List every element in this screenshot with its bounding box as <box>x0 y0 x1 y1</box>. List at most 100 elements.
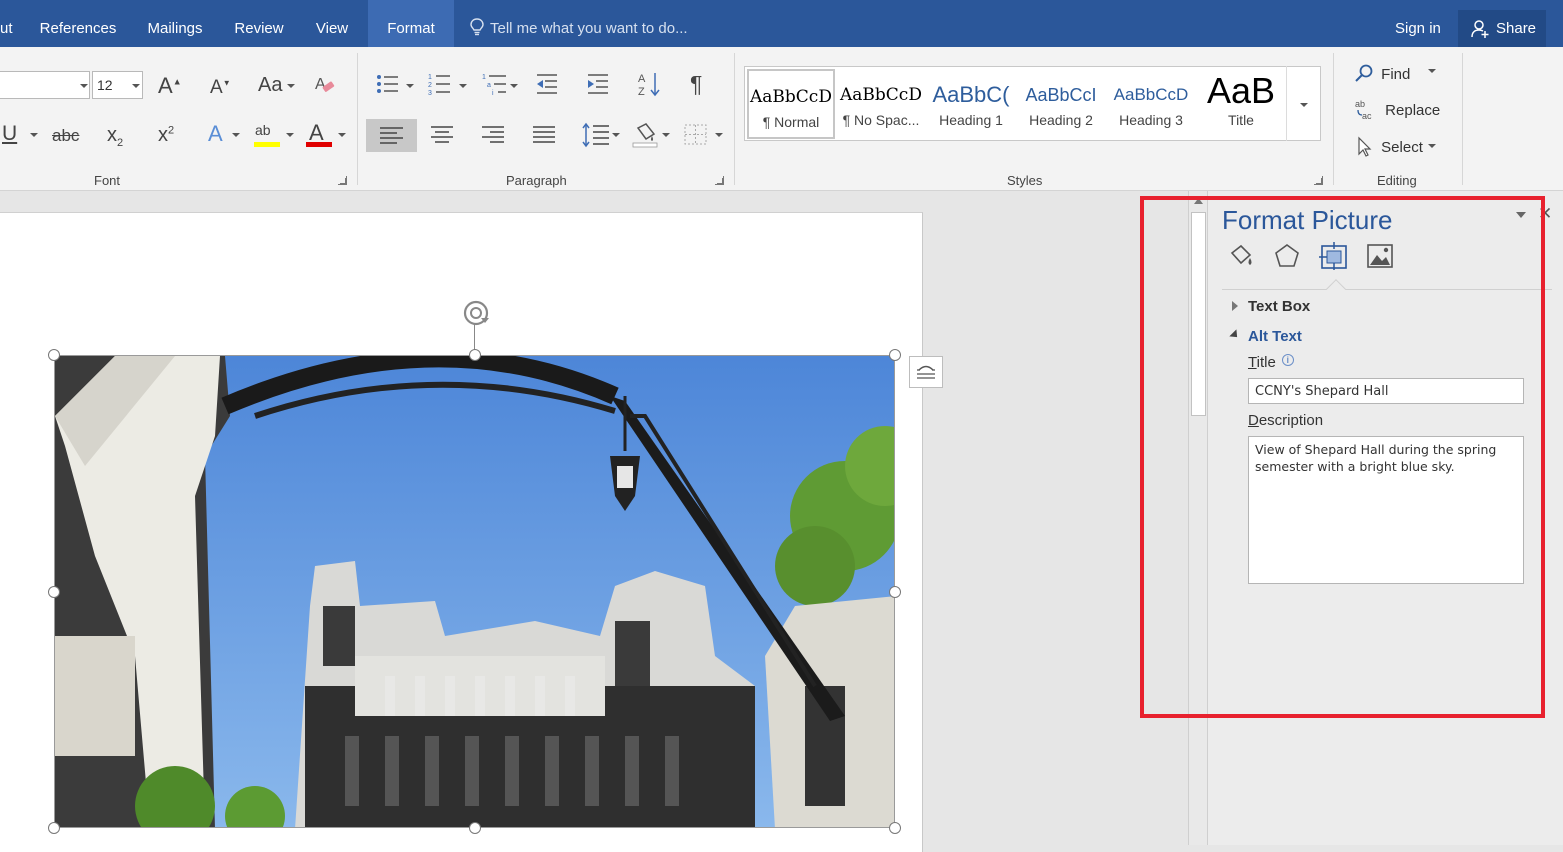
font-name-box[interactable] <box>0 71 90 99</box>
find-dropdown-icon[interactable] <box>1428 69 1436 73</box>
tab-view[interactable]: View <box>302 0 362 47</box>
text-box-section[interactable]: Text Box <box>1248 298 1310 315</box>
highlight-button[interactable]: ab <box>255 122 271 138</box>
line-spacing-dropdown-icon[interactable] <box>612 133 620 137</box>
rotate-handle-icon[interactable] <box>460 297 492 329</box>
grow-font-button[interactable]: A▲ <box>158 73 182 99</box>
style-no-spacing[interactable]: AaBbCcD ¶ No Spac... <box>837 69 925 139</box>
underline-dropdown-icon[interactable] <box>30 133 38 137</box>
layout-properties-icon[interactable] <box>1319 241 1349 271</box>
resize-handle-bottom[interactable] <box>469 822 481 834</box>
resize-handle-bottom-right[interactable] <box>889 822 901 834</box>
effects-pentagon-icon[interactable] <box>1272 241 1302 271</box>
borders-icon[interactable] <box>684 124 708 146</box>
selected-picture[interactable] <box>54 355 895 828</box>
style-heading-2[interactable]: AaBbCcI Heading 2 <box>1017 69 1105 139</box>
share-button[interactable]: Share <box>1458 10 1546 47</box>
underline-button[interactable]: U <box>2 122 17 146</box>
close-icon[interactable]: ✕ <box>1538 204 1552 224</box>
collapse-alt-text-icon[interactable] <box>1229 329 1241 341</box>
alt-text-title-input[interactable] <box>1248 378 1524 404</box>
replace-button[interactable]: ab ac Replace <box>1355 99 1440 121</box>
vertical-scrollbar[interactable] <box>1188 191 1208 845</box>
shrink-font-button[interactable]: A▼ <box>210 77 231 99</box>
info-icon[interactable]: i <box>1281 354 1294 366</box>
resize-handle-top[interactable] <box>469 349 481 361</box>
resize-handle-top-left[interactable] <box>48 349 60 361</box>
clear-formatting-icon[interactable]: A <box>314 74 336 96</box>
bullets-dropdown-icon[interactable] <box>406 84 414 88</box>
tab-review[interactable]: Review <box>222 0 296 47</box>
svg-text:i: i <box>492 90 494 96</box>
justify-icon[interactable] <box>532 124 556 146</box>
subscript-button[interactable]: x2 <box>107 124 123 149</box>
style-heading-1[interactable]: AaBbC( Heading 1 <box>927 69 1015 139</box>
text-effects-button[interactable]: A <box>208 121 223 147</box>
styles-gallery: AaBbCcD ¶ Normal AaBbCcD ¶ No Spac... Aa… <box>744 66 1321 141</box>
style-heading-3[interactable]: AaBbCcD Heading 3 <box>1107 69 1195 139</box>
text-effects-icon: A <box>208 121 223 146</box>
expand-text-box-icon[interactable] <box>1232 301 1238 311</box>
select-button[interactable]: Select <box>1355 136 1423 158</box>
select-dropdown-icon[interactable] <box>1428 144 1436 148</box>
font-size-dropdown-icon[interactable] <box>132 84 140 88</box>
font-color-dropdown-icon[interactable] <box>338 133 346 137</box>
find-button[interactable]: Find <box>1355 63 1410 83</box>
pane-options-icon[interactable] <box>1516 212 1526 218</box>
format-picture-pane: Format Picture ✕ Text Box Alt Text Title… <box>1208 191 1563 845</box>
change-case-button[interactable]: Aa <box>258 74 282 97</box>
svg-text:A: A <box>638 73 646 85</box>
svg-text:Z: Z <box>638 86 645 97</box>
resize-handle-right[interactable] <box>889 586 901 598</box>
numbering-dropdown-icon[interactable] <box>459 84 467 88</box>
tab-mailings[interactable]: Mailings <box>133 0 217 47</box>
picture-icon[interactable] <box>1365 241 1395 271</box>
align-left-button[interactable] <box>366 119 417 152</box>
alt-text-description-input[interactable]: View of Shepard Hall during the spring s… <box>1248 436 1524 584</box>
change-case-dropdown-icon[interactable] <box>287 84 295 88</box>
layout-options-button[interactable] <box>909 356 943 388</box>
sort-icon[interactable]: AZ <box>638 71 662 97</box>
show-formatting-marks-button[interactable]: ¶ <box>690 71 702 98</box>
tell-me-box[interactable]: Tell me what you want to do... <box>470 0 688 47</box>
shading-dropdown-icon[interactable] <box>662 133 670 137</box>
align-right-icon[interactable] <box>481 124 505 146</box>
resize-handle-bottom-left[interactable] <box>48 822 60 834</box>
scroll-up-icon[interactable] <box>1194 198 1203 204</box>
style-title[interactable]: AaB Title <box>1197 69 1285 139</box>
strikethrough-button[interactable]: abc <box>52 126 79 146</box>
shading-icon[interactable] <box>632 122 658 148</box>
multilevel-dropdown-icon[interactable] <box>510 84 518 88</box>
resize-handle-top-right[interactable] <box>889 349 901 361</box>
tab-references[interactable]: References <box>28 0 128 47</box>
borders-dropdown-icon[interactable] <box>715 133 723 137</box>
font-dialog-launcher-icon[interactable] <box>338 176 347 185</box>
numbering-icon[interactable]: 123 <box>428 72 452 96</box>
style-sample: AaBbCcD <box>840 85 922 105</box>
group-separator <box>1462 53 1463 185</box>
fill-line-icon[interactable] <box>1226 241 1256 271</box>
styles-more-button[interactable] <box>1286 66 1321 141</box>
resize-handle-left[interactable] <box>48 586 60 598</box>
scrollbar-thumb[interactable] <box>1191 212 1206 416</box>
superscript-button[interactable]: x2 <box>158 124 174 147</box>
align-center-icon[interactable] <box>430 124 454 146</box>
style-normal[interactable]: AaBbCcD ¶ Normal <box>747 69 835 139</box>
font-name-dropdown-icon[interactable] <box>80 84 88 88</box>
text-effects-dropdown-icon[interactable] <box>232 133 240 137</box>
styles-dialog-launcher-icon[interactable] <box>1314 176 1323 185</box>
decrease-indent-icon[interactable] <box>535 73 559 95</box>
cursor-arrow-icon <box>1358 136 1372 157</box>
ribbon-tab-bar: ut References Mailings Review View Forma… <box>0 0 1563 47</box>
multilevel-list-icon[interactable]: 1ai <box>482 72 508 96</box>
tab-layout[interactable]: ut <box>0 0 14 47</box>
paragraph-dialog-launcher-icon[interactable] <box>715 176 724 185</box>
highlight-dropdown-icon[interactable] <box>286 133 294 137</box>
style-name: Heading 2 <box>1029 112 1093 128</box>
bullets-icon[interactable] <box>376 73 400 95</box>
style-sample: AaBbCcD <box>750 87 832 107</box>
tab-format[interactable]: Format <box>368 0 454 47</box>
line-spacing-icon[interactable] <box>582 122 610 148</box>
increase-indent-icon[interactable] <box>586 73 610 95</box>
alt-text-section[interactable]: Alt Text <box>1248 328 1302 345</box>
